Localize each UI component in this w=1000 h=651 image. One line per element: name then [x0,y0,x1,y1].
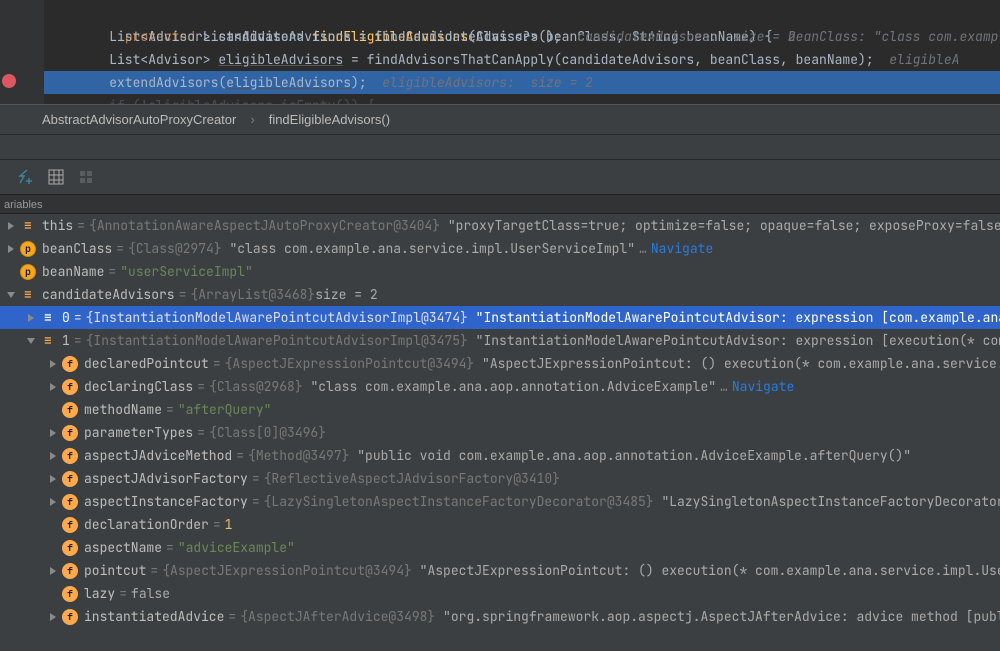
field-methodName[interactable]: f methodName = "afterQuery" [0,398,1000,421]
param-icon: p [20,264,36,280]
chevron-right-icon[interactable] [46,472,60,486]
field-icon: f [62,425,78,441]
chevron-right-icon[interactable] [4,219,18,233]
field-icon: f [62,402,78,418]
chevron-right-icon[interactable] [46,426,60,440]
field-icon: f [62,517,78,533]
panel-spacer [0,135,1000,160]
field-instantiatedAdvice[interactable]: f instantiatedAdvice = {AspectJAfterAdvi… [0,605,1000,628]
breadcrumb-method[interactable]: findEligibleAdvisors() [269,112,390,127]
field-icon: f [62,379,78,395]
chevron-right-icon[interactable] [46,449,60,463]
chevron-right-icon[interactable] [46,357,60,371]
field-icon: f [62,494,78,510]
var-candidateAdvisors[interactable]: ≡ candidateAdvisors = {ArrayList@3468} s… [0,283,1000,306]
field-pointcut[interactable]: f pointcut = {AspectJExpressionPointcut@… [0,559,1000,582]
code-editor[interactable]: protected List<Advisor> findEligibleAdvi… [0,0,1000,105]
chevron-right-icon[interactable] [46,495,60,509]
var-beanClass[interactable]: p beanClass = {Class@2974} "class com.ex… [0,237,1000,260]
field-icon: f [62,471,78,487]
field-icon: f [62,609,78,625]
grid-view-icon[interactable] [48,169,64,185]
variables-panel-header: ariables [0,194,1000,214]
field-lazy[interactable]: f lazy = false [0,582,1000,605]
chevron-down-icon[interactable] [24,334,38,348]
field-icon: f [62,586,78,602]
field-declarationOrder[interactable]: f declarationOrder = 1 [0,513,1000,536]
code-lines: protected List<Advisor> findEligibleAdvi… [44,0,1000,104]
field-aspectName[interactable]: f aspectName = "adviceExample" [0,536,1000,559]
field-icon: f [62,448,78,464]
var-candidateAdvisors-0[interactable]: ≡ 0 = {InstantiationModelAwarePointcutAd… [0,306,1000,329]
field-aspectInstanceFactory[interactable]: f aspectInstanceFactory = {LazySingleton… [0,490,1000,513]
chevron-right-icon[interactable] [24,311,38,325]
field-declaringClass[interactable]: f declaringClass = {Class@2968} "class c… [0,375,1000,398]
chevron-right-icon[interactable] [4,242,18,256]
navigate-link[interactable]: Navigate [651,240,713,257]
chevron-right-icon[interactable] [46,610,60,624]
chevron-right-icon[interactable] [46,564,60,578]
field-icon: f [62,563,78,579]
field-aspectJAdvisorFactory[interactable]: f aspectJAdvisorFactory = {ReflectiveAsp… [0,467,1000,490]
array-item-icon: ≡ [40,310,56,326]
chevron-down-icon[interactable] [4,288,18,302]
evaluate-expression-icon[interactable] [18,169,34,185]
settings-icon[interactable] [78,169,94,185]
field-icon: f [62,356,78,372]
var-candidateAdvisors-1[interactable]: ≡ 1 = {InstantiationModelAwarePointcutAd… [0,329,1000,352]
field-icon: f [62,540,78,556]
debugger-toolbar [0,160,1000,194]
var-beanName[interactable]: p beanName = "userServiceImpl" [0,260,1000,283]
field-parameterTypes[interactable]: f parameterTypes = {Class[0]@3496} [0,421,1000,444]
breadcrumb[interactable]: AbstractAdvisorAutoProxyCreator › findEl… [0,105,1000,135]
variables-tree[interactable]: ≡ this = {AnnotationAwareAspectJAutoProx… [0,214,1000,628]
param-icon: p [20,241,36,257]
editor-gutter [0,0,44,104]
object-icon: ≡ [20,218,36,234]
object-icon: ≡ [20,287,36,303]
breadcrumb-class[interactable]: AbstractAdvisorAutoProxyCreator [42,112,236,127]
chevron-right-icon[interactable] [46,380,60,394]
field-aspectJAdviceMethod[interactable]: f aspectJAdviceMethod = {Method@3497} "p… [0,444,1000,467]
field-declaredPointcut[interactable]: f declaredPointcut = {AspectJExpressionP… [0,352,1000,375]
chevron-right-icon: › [250,112,254,127]
var-this[interactable]: ≡ this = {AnnotationAwareAspectJAutoProx… [0,214,1000,237]
navigate-link[interactable]: Navigate [732,378,794,395]
array-item-icon: ≡ [40,333,56,349]
breakpoint-icon[interactable] [2,74,16,88]
